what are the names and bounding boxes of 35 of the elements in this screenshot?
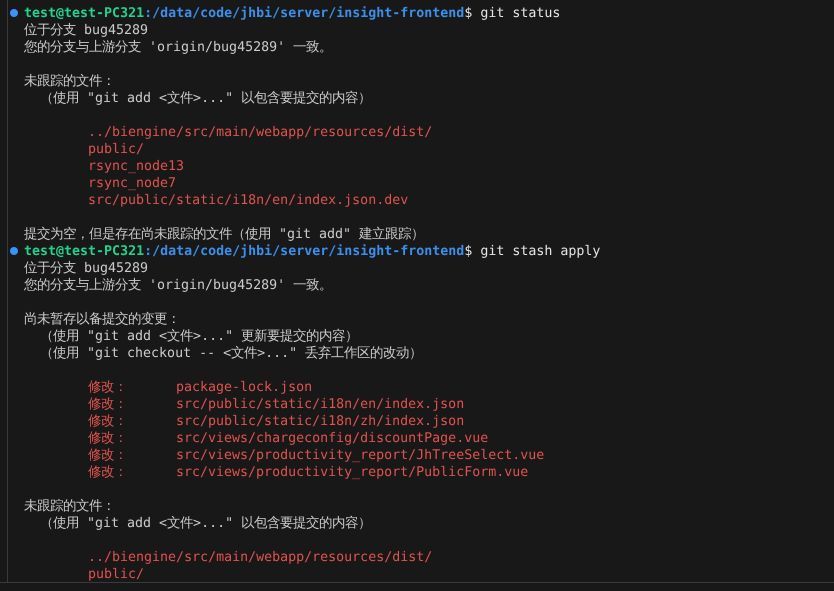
prompt-line: test@test-PC321:/data/code/jhbi/server/insight-frontend$ git status: [24, 5, 560, 22]
hint-line: （使用 "git add <文件>..." 以包含要提交的内容）: [40, 515, 372, 532]
untracked-file: src/public/static/i18n/en/index.json.dev: [88, 192, 408, 209]
output-line: 位于分支 bug45289: [24, 22, 148, 39]
output-line: 未跟踪的文件：: [24, 73, 115, 90]
untracked-file: ../biengine/src/main/webapp/resources/dist/: [88, 124, 432, 141]
output-line: 位于分支 bug45289: [24, 260, 148, 277]
modified-file: src/views/chargeconfig/discountPage.vue: [176, 430, 488, 447]
command-decoration-icon[interactable]: [10, 9, 18, 17]
output-line: 您的分支与上游分支 'origin/bug45289' 一致。: [24, 277, 332, 294]
modified-label: 修改：: [88, 430, 128, 447]
modified-file: src/views/productivity_report/JhTreeSelect.vue: [176, 447, 544, 464]
command-decoration-icon[interactable]: [10, 247, 18, 255]
output-line: 尚未暂存以备提交的变更：: [24, 311, 180, 328]
modified-label: 修改：: [88, 447, 128, 464]
modified-label: 修改：: [88, 379, 128, 396]
untracked-file: public/: [88, 566, 144, 583]
modified-file: package-lock.json: [176, 379, 312, 396]
output-line: 您的分支与上游分支 'origin/bug45289' 一致。: [24, 39, 332, 56]
hint-line: （使用 "git add <文件>..." 以包含要提交的内容）: [40, 90, 372, 107]
prompt-line: test@test-PC321:/data/code/jhbi/server/insight-frontend$ git stash apply: [24, 243, 600, 260]
modified-file: src/public/static/i18n/zh/index.json: [176, 413, 464, 430]
hint-line: （使用 "git checkout -- <文件>..." 丢弃工作区的改动）: [40, 345, 422, 362]
modified-file: src/public/static/i18n/en/index.json: [176, 396, 464, 413]
modified-label: 修改：: [88, 413, 128, 430]
untracked-file: ../biengine/src/main/webapp/resources/dist/: [88, 549, 432, 566]
untracked-file: rsync_node13: [88, 158, 184, 175]
modified-label: 修改：: [88, 464, 128, 481]
output-line: 未跟踪的文件：: [24, 498, 115, 515]
hint-line: （使用 "git add <文件>..." 更新要提交的内容）: [40, 328, 358, 345]
modified-label: 修改：: [88, 396, 128, 413]
output-line: 提交为空，但是存在尚未跟踪的文件（使用 "git add" 建立跟踪）: [24, 226, 424, 243]
untracked-file: public/: [88, 141, 144, 158]
untracked-file: rsync_node7: [88, 175, 176, 192]
modified-file: src/views/productivity_report/PublicForm.vue: [176, 464, 528, 481]
